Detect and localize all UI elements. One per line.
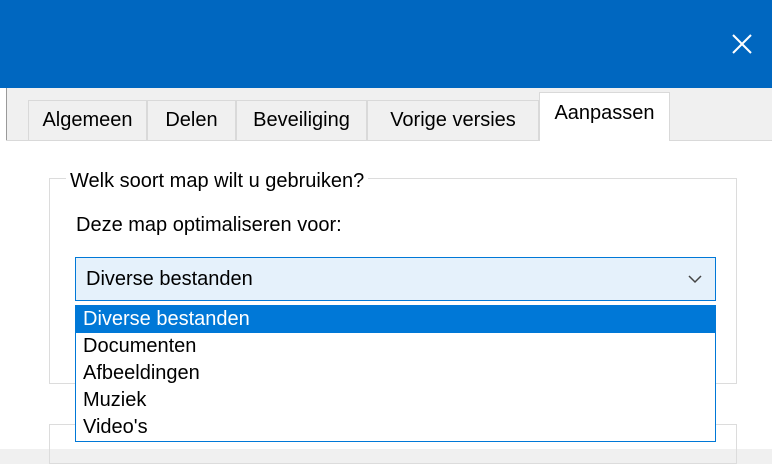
title-bar: [0, 0, 772, 88]
close-icon: [732, 34, 752, 54]
tab-beveiliging[interactable]: Beveiliging: [236, 100, 367, 140]
tab-label: Algemeen: [42, 109, 133, 131]
optimize-dropdown-list[interactable]: Diverse bestanden Documenten Afbeeldinge…: [75, 305, 716, 442]
tab-label: Vorige versies: [390, 109, 516, 131]
tab-label: Aanpassen: [554, 102, 655, 124]
dropdown-option-afbeeldingen[interactable]: Afbeeldingen: [76, 360, 715, 387]
close-button[interactable]: [712, 0, 772, 88]
optimize-label: Deze map optimaliseren voor:: [76, 214, 342, 236]
tab-label: Delen: [165, 109, 218, 131]
tab-algemeen[interactable]: Algemeen: [28, 100, 147, 140]
dropdown-option-muziek[interactable]: Muziek: [76, 387, 715, 414]
dropdown-option-videos[interactable]: Video's: [76, 414, 715, 441]
tab-label: Beveiliging: [253, 109, 350, 131]
chevron-down-icon[interactable]: [687, 272, 703, 286]
optimize-combobox[interactable]: Diverse bestanden: [75, 257, 716, 301]
dropdown-option-diverse-bestanden[interactable]: Diverse bestanden: [76, 306, 715, 333]
tab-vorige-versies[interactable]: Vorige versies: [367, 100, 539, 140]
combobox-value: Diverse bestanden: [86, 268, 253, 290]
dropdown-option-documenten[interactable]: Documenten: [76, 333, 715, 360]
tab-delen[interactable]: Delen: [147, 100, 236, 140]
group-legend: Welk soort map wilt u gebruiken?: [66, 168, 369, 194]
tab-aanpassen[interactable]: Aanpassen: [539, 92, 670, 141]
